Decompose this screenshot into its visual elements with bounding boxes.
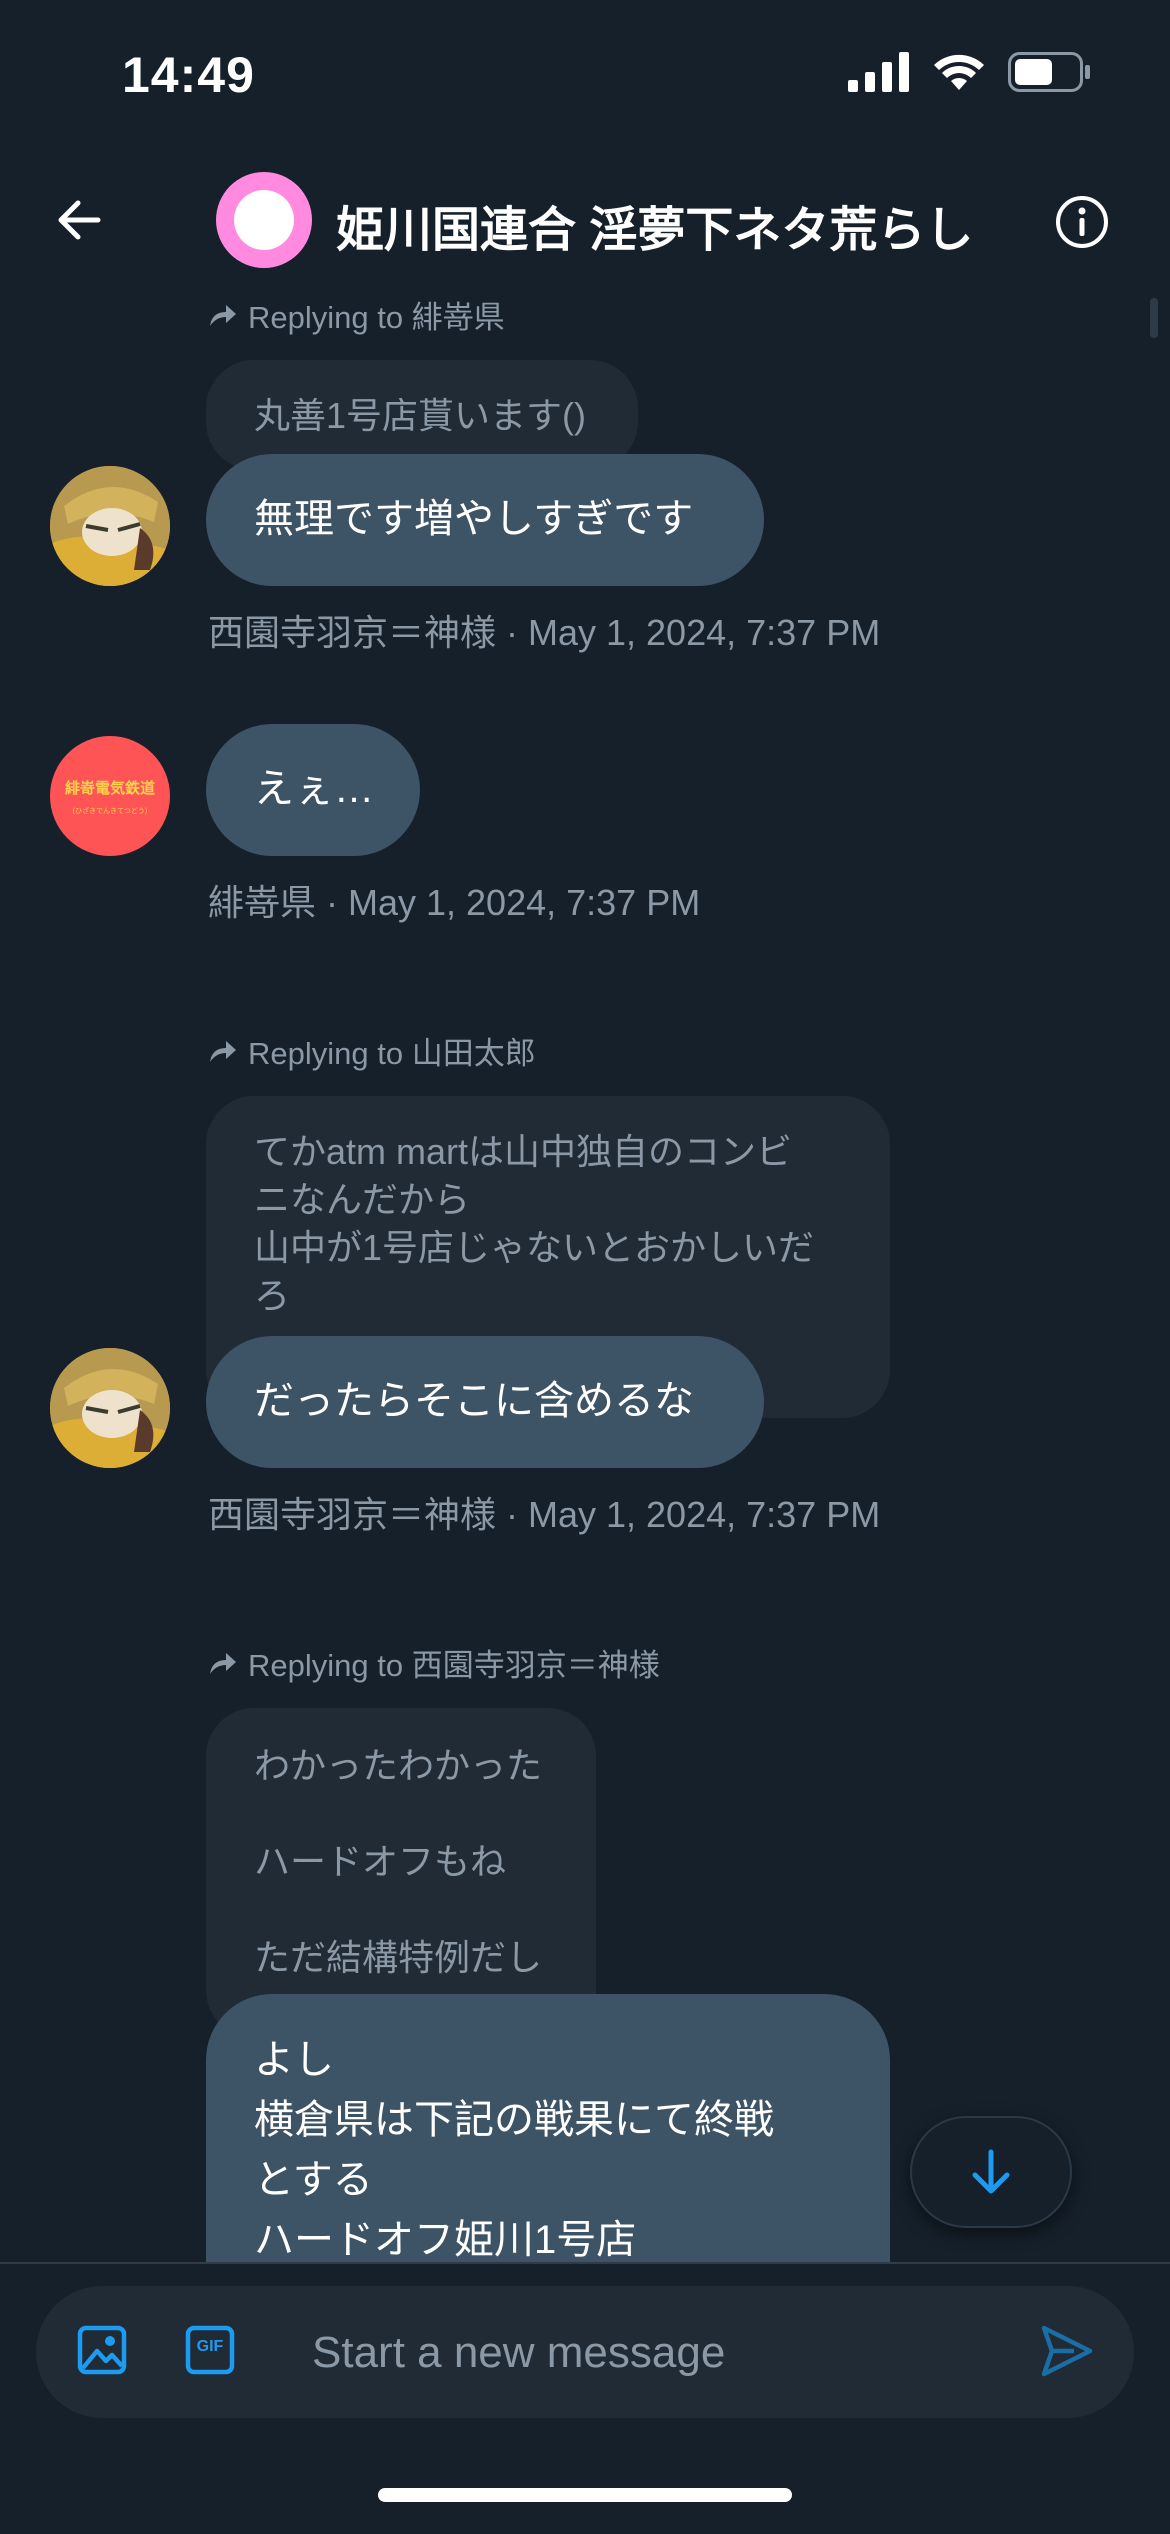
quoted-spacer <box>254 1790 548 1838</box>
message-meta: 西園寺羽京＝神様 · May 1, 2024, 7:37 PM <box>208 612 881 653</box>
message-bubble[interactable]: だったらそこに含めるな <box>206 1336 764 1468</box>
scrollbar[interactable] <box>1150 298 1158 338</box>
message-meta: 緋嵜県 · May 1, 2024, 7:37 PM <box>208 882 701 923</box>
conversation-title[interactable]: 姫川国連合 淫夢下ネタ荒らし <box>336 190 973 260</box>
message-bubble[interactable]: よし 横倉県は下記の戦果にて終戦 とする ハードオフ姫川1号店 <box>206 1994 890 2294</box>
message-text: ハードオフ姫川1号店 <box>254 2218 637 2262</box>
add-gif-button[interactable]: GIF <box>184 2324 236 2376</box>
reply-arrow-icon <box>210 304 236 326</box>
reply-arrow-icon <box>210 1040 236 1062</box>
avatar-subtext: (ひざきでんきてつどう) <box>72 807 148 815</box>
message-text: とする <box>254 2158 373 2202</box>
home-indicator <box>378 2488 792 2502</box>
message-text: 無理です増やしすぎです <box>254 497 694 541</box>
back-button[interactable] <box>48 188 112 252</box>
scroll-to-bottom-button[interactable] <box>912 2118 1070 2226</box>
message-text: だったらそこに含めるな <box>254 1379 694 1423</box>
status-time: 14:49 <box>122 47 255 103</box>
wifi-icon <box>934 54 984 90</box>
info-icon <box>1056 196 1108 248</box>
group-avatar[interactable] <box>216 172 312 268</box>
reply-label: Replying to 山田太郎 <box>208 1028 536 1073</box>
quoted-line: わかったわかった <box>254 1745 543 1786</box>
signal-icon <box>848 52 909 92</box>
quoted-spacer <box>254 1886 548 1934</box>
quoted-line: ただ結構特例だし <box>254 1937 543 1978</box>
group-avatar-inner <box>234 190 294 250</box>
quoted-message[interactable]: わかったわかった ハードオフもね ただ結構特例だし <box>206 1708 596 2038</box>
avatar[interactable]: 緋嵜電気鉄道 (ひざきでんきてつどう) <box>50 736 170 856</box>
message-bubble[interactable]: 無理です増やしすぎです <box>206 454 764 586</box>
avatar[interactable] <box>50 466 170 586</box>
avatar-image <box>50 1348 170 1468</box>
quoted-line: ニなんだから <box>254 1179 471 1220</box>
reply-label: Replying to 緋嵜県 <box>208 292 505 337</box>
message-meta: 西園寺羽京＝神様 · May 1, 2024, 7:37 PM <box>208 1494 881 1535</box>
reply-label-text: Replying to 西園寺羽京＝神様 <box>248 1648 660 1683</box>
reply-label-text: Replying to 緋嵜県 <box>248 300 505 335</box>
send-icon <box>1041 2325 1093 2377</box>
reply-label-text: Replying to 山田太郎 <box>248 1036 536 1071</box>
info-button[interactable] <box>1054 194 1110 250</box>
message-text: 横倉県は下記の戦果にて終戦 <box>254 2098 774 2142</box>
quoted-line: 丸善1号店貰います() <box>254 395 586 436</box>
send-button[interactable] <box>1038 2322 1096 2380</box>
quoted-line: 山中が1号店じゃないとおかしいだ <box>254 1227 815 1268</box>
quoted-line: てかatm martは山中独自のコンビ <box>254 1131 793 1172</box>
reply-arrow-icon <box>210 1652 236 1674</box>
quoted-line: ろ <box>254 1275 291 1316</box>
message-text: えぇ… <box>254 767 374 811</box>
message-text: よし <box>254 2038 334 2082</box>
arrow-down-icon <box>972 2149 1010 2194</box>
message-bubble[interactable]: えぇ… <box>206 724 420 856</box>
battery-icon <box>1008 52 1090 92</box>
status-icons <box>848 52 1092 92</box>
gif-label: GIF <box>196 2338 224 2355</box>
back-arrow-icon <box>58 200 101 240</box>
image-icon <box>77 2325 127 2375</box>
reply-label: Replying to 西園寺羽京＝神様 <box>208 1640 660 1685</box>
avatar-image <box>50 466 170 586</box>
add-image-button[interactable] <box>76 2324 128 2376</box>
avatar[interactable] <box>50 1348 170 1468</box>
message-input[interactable] <box>310 2286 1014 2420</box>
quoted-line: ハードオフもね <box>254 1841 507 1882</box>
avatar-text: 緋嵜電気鉄道 <box>64 779 155 797</box>
